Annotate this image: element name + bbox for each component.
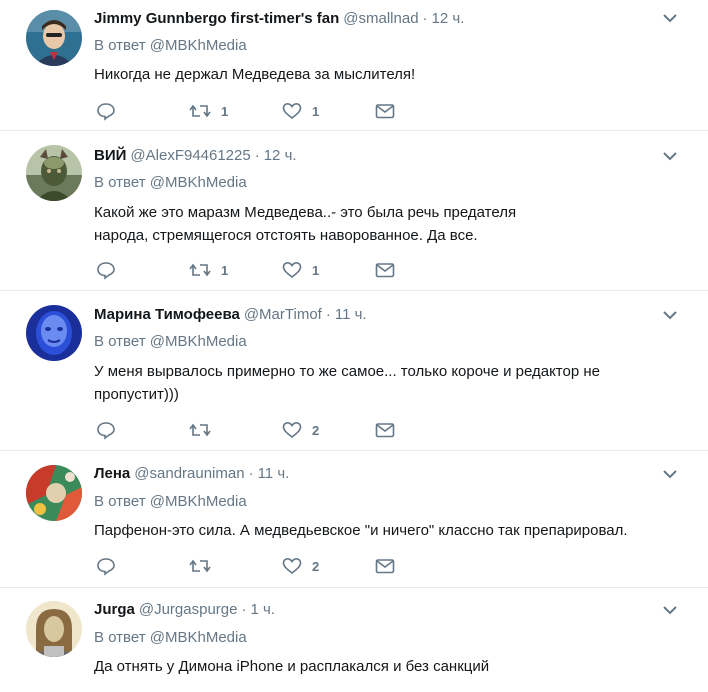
user-handle[interactable]: @MarTimof	[244, 306, 322, 323]
reply-prefix: В ответ	[94, 37, 146, 54]
separator-dot: ·	[241, 601, 247, 618]
reply-context: В ответ @MBKhMedia	[94, 36, 247, 56]
display-name[interactable]: Jurga	[94, 601, 135, 618]
reply-button[interactable]	[96, 260, 116, 280]
retweet-icon	[189, 263, 211, 277]
chevron-down-icon[interactable]	[662, 604, 678, 616]
separator-dot: ·	[254, 147, 260, 164]
reply-prefix: В ответ	[94, 174, 146, 191]
timestamp[interactable]: 11 ч.	[258, 465, 290, 482]
tweet-header: Марина Тимофеева @MarTimof · 11 ч.	[94, 305, 367, 325]
tweet[interactable]: ВИЙ @AlexF94461225 · 12 ч. В ответ @MBKhMed…	[0, 131, 708, 291]
timestamp[interactable]: 12 ч.	[264, 147, 297, 164]
retweet-button[interactable]	[189, 420, 221, 440]
separator-dot: ·	[325, 306, 331, 323]
tweet-header: Лена @sandrauniman · 11 ч.	[94, 464, 289, 484]
chevron-down-icon[interactable]	[662, 309, 678, 321]
like-button[interactable]: 1	[282, 260, 319, 280]
envelope-icon	[375, 423, 395, 438]
chevron-down-icon[interactable]	[662, 12, 678, 24]
like-count: 1	[312, 103, 320, 119]
retweet-icon	[189, 559, 211, 573]
envelope-icon	[375, 104, 395, 119]
timestamp[interactable]: 11 ч.	[335, 306, 367, 323]
tweet-header: Jurga @Jurgaspurge · 1 ч.	[94, 600, 275, 620]
reply-mention-link[interactable]: @MBKhMedia	[150, 629, 247, 646]
retweet-count: 1	[221, 103, 229, 119]
retweet-icon	[189, 104, 211, 118]
like-count: 2	[312, 558, 320, 574]
display-name[interactable]: Марина Тимофеева	[94, 306, 240, 323]
avatar[interactable]	[26, 601, 82, 657]
envelope-icon	[375, 263, 395, 278]
tweet[interactable]: Jimmy Gunnbergo first-timer's fan @smalln…	[0, 0, 708, 131]
reply-mention-link[interactable]: @MBKhMedia	[150, 493, 247, 510]
timestamp[interactable]: 1 ч.	[250, 601, 275, 618]
tweet-text: Какой же это маразм Медведева..- это был…	[94, 204, 517, 244]
reply-mention-link[interactable]: @MBKhMedia	[150, 333, 247, 350]
reply-button[interactable]	[96, 420, 116, 440]
separator-dot: ·	[422, 10, 428, 27]
display-name[interactable]: Jimmy Gunnbergo first-timer's fan	[94, 10, 339, 27]
reply-button[interactable]	[96, 556, 116, 576]
reply-button[interactable]	[96, 101, 116, 121]
display-name[interactable]: Лена	[94, 465, 130, 482]
reply-prefix: В ответ	[94, 493, 146, 510]
tweet[interactable]: Лена @sandrauniman · 11 ч. В ответ @MBKhMed…	[0, 451, 708, 588]
user-handle[interactable]: @sandrauniman	[134, 465, 244, 482]
heart-icon	[282, 102, 302, 120]
user-handle[interactable]: @Jurgaspurge	[139, 601, 238, 618]
reply-icon	[97, 422, 115, 440]
avatar[interactable]	[26, 10, 82, 66]
direct-message-button[interactable]	[375, 556, 395, 576]
reply-context: В ответ @MBKhMedia	[94, 173, 247, 193]
heart-icon	[282, 261, 302, 279]
like-count: 2	[312, 422, 320, 438]
like-button[interactable]: 2	[282, 420, 319, 440]
like-button[interactable]: 2	[282, 556, 319, 576]
retweet-icon	[189, 423, 211, 437]
avatar[interactable]	[26, 465, 82, 521]
tweet-header: ВИЙ @AlexF94461225 · 12 ч.	[94, 146, 297, 166]
user-handle[interactable]: @smallnad	[343, 10, 418, 27]
reply-icon	[97, 103, 115, 121]
direct-message-button[interactable]	[375, 260, 395, 280]
like-count: 1	[312, 262, 320, 278]
avatar[interactable]	[26, 145, 82, 201]
tweet-text: Парфенон-это сила. А медведьевское "и ни…	[94, 522, 628, 539]
chevron-down-icon[interactable]	[662, 468, 678, 480]
avatar[interactable]	[26, 305, 82, 361]
reply-context: В ответ @MBKhMedia	[94, 492, 247, 512]
reply-icon	[97, 558, 115, 576]
retweet-button[interactable]: 1	[189, 260, 228, 280]
retweet-count: 1	[221, 262, 229, 278]
direct-message-button[interactable]	[375, 420, 395, 440]
tweet-text: Никогда не держал Медведева за мыслителя…	[94, 66, 416, 83]
tweet-text: Да отнять у Димона iPhone и расплакался …	[94, 658, 490, 675]
reply-context: В ответ @MBKhMedia	[94, 332, 247, 352]
reply-icon	[97, 262, 115, 280]
heart-icon	[282, 557, 302, 575]
reply-prefix: В ответ	[94, 629, 146, 646]
tweet[interactable]: Марина Тимофеева @MarTimof · 11 ч. В ответ …	[0, 291, 708, 451]
retweet-button[interactable]	[189, 556, 221, 576]
chevron-down-icon[interactable]	[662, 150, 678, 162]
reply-mention-link[interactable]: @MBKhMedia	[150, 37, 247, 54]
reply-mention-link[interactable]: @MBKhMedia	[150, 174, 247, 191]
heart-icon	[282, 421, 302, 439]
timestamp[interactable]: 12 ч.	[432, 10, 465, 27]
reply-prefix: В ответ	[94, 333, 146, 350]
user-handle[interactable]: @AlexF94461225	[130, 147, 250, 164]
reply-context: В ответ @MBKhMedia	[94, 628, 247, 648]
retweet-button[interactable]: 1	[189, 101, 228, 121]
tweet[interactable]: Jurga @Jurgaspurge · 1 ч. В ответ @MBKhMedi…	[0, 588, 708, 692]
tweet-text: У меня вырвалось примерно то же самое...…	[94, 363, 600, 403]
envelope-icon	[375, 559, 395, 574]
separator-dot: ·	[248, 465, 254, 482]
tweet-header: Jimmy Gunnbergo first-timer's fan @smalln…	[94, 9, 464, 29]
display-name[interactable]: ВИЙ	[94, 147, 126, 164]
direct-message-button[interactable]	[375, 101, 395, 121]
like-button[interactable]: 1	[282, 101, 319, 121]
